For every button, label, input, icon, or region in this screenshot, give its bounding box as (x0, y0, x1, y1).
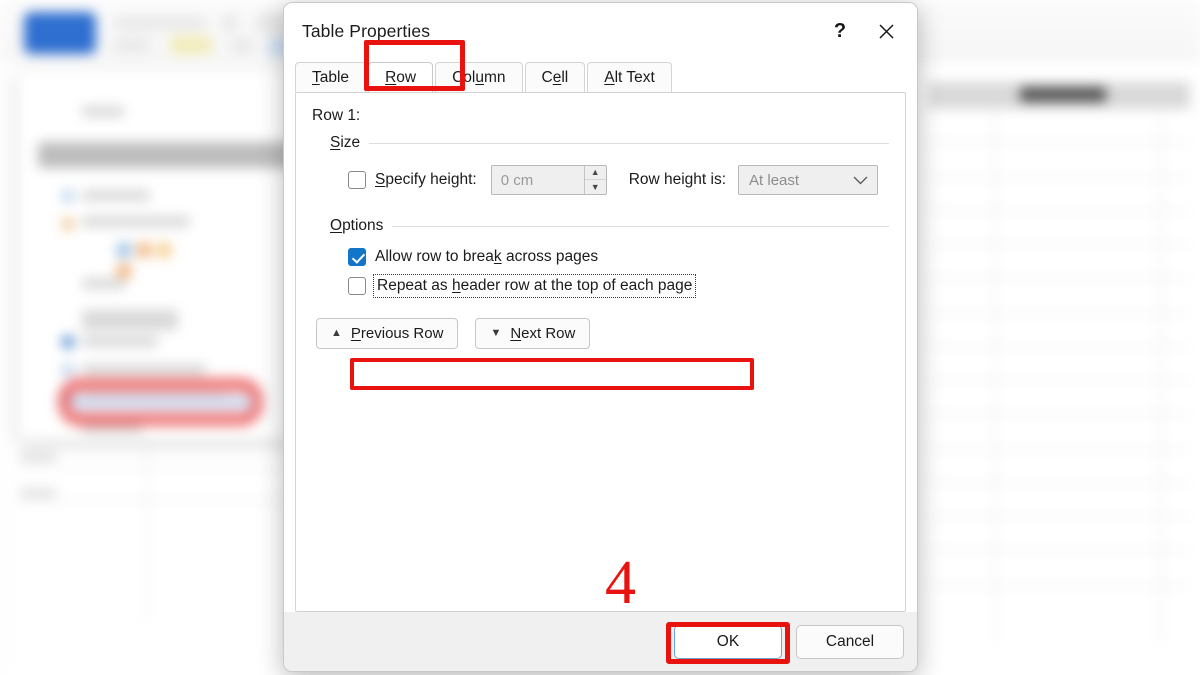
background-ribbon-primary-button (24, 12, 96, 54)
titlebar-buttons: ? (817, 3, 909, 60)
allow-row-break-label[interactable]: Allow row to break across pages (375, 248, 598, 266)
height-value[interactable]: 0 cm (492, 166, 584, 194)
tab-alt-text-label: lt Text (614, 68, 655, 86)
background-table-right (928, 82, 1190, 642)
row-height-is-label: Row height is: (628, 171, 727, 188)
specify-height-label[interactable]: Specify height: (375, 171, 477, 189)
allow-row-break-label-pre: Allow row to brea (375, 248, 494, 265)
tab-alt-text-mnemonic: A (604, 68, 615, 86)
screenshot-root: Table Properties ? Table Row Column Cell… (0, 0, 1200, 675)
allow-row-break-row: Allow row to break across pages (348, 248, 889, 266)
height-spinner[interactable]: 0 cm ▲ ▼ (490, 165, 607, 195)
dialog-footer: OK Cancel (284, 612, 917, 671)
allow-row-break-label-post: across pages (501, 248, 599, 265)
step-number-annotation: 4 (605, 549, 636, 617)
repeat-header-row-checkbox[interactable] (348, 277, 366, 295)
tab-column-mnemonic: u (475, 68, 484, 86)
next-row-label: ext Row (521, 325, 576, 342)
allow-row-break-mnemonic: k (493, 248, 502, 265)
repeat-header-row-mnemonic: h (451, 277, 461, 294)
row-height-is-value: At least (749, 171, 800, 189)
allow-row-break-checkbox[interactable] (348, 248, 366, 266)
chevron-down-icon (853, 173, 868, 188)
tab-column-label-post: mn (483, 68, 506, 86)
size-group-mnemonic: S (330, 134, 341, 151)
repeat-header-row-label-post: eader row at the top of each page (460, 277, 693, 294)
size-group: Size Specify height: 0 cm ▲ ▼ Row height… (330, 134, 889, 195)
height-spinner-buttons: ▲ ▼ (583, 166, 606, 194)
row-navigation-buttons: ▲ Previous Row ▼ Next Row (316, 318, 889, 349)
table-properties-dialog: Table Properties ? Table Row Column Cell… (283, 2, 918, 672)
next-row-mnemonic: N (510, 325, 522, 342)
dialog-titlebar: Table Properties ? (284, 3, 917, 60)
previous-row-label: revious Row (360, 325, 444, 342)
repeat-header-row-label[interactable]: Repeat as header row at the top of each … (372, 274, 697, 298)
size-group-body: Specify height: 0 cm ▲ ▼ Row height is: … (348, 152, 889, 195)
tab-alt-text[interactable]: Alt Text (587, 62, 672, 92)
repeat-header-row-row: Repeat as header row at the top of each … (348, 274, 889, 298)
size-group-header: Size (330, 134, 889, 152)
tab-table-mnemonic: T (312, 68, 320, 86)
previous-row-button[interactable]: ▲ Previous Row (316, 318, 459, 349)
ok-button[interactable]: OK (674, 624, 782, 659)
tab-cell-label-pre: C (541, 68, 553, 86)
close-icon[interactable] (863, 10, 909, 54)
size-group-rule (369, 142, 889, 144)
options-group-header: Options (330, 217, 889, 235)
repeat-header-row-highlight-annotation (350, 358, 754, 390)
repeat-header-row-label-pre: Repeat as (377, 277, 452, 294)
dialog-title: Table Properties (302, 21, 431, 41)
tab-column[interactable]: Column (435, 62, 523, 92)
row-height-is-dropdown[interactable]: At least (738, 165, 879, 195)
next-row-button[interactable]: ▼ Next Row (475, 318, 591, 349)
specify-height-row: Specify height: 0 cm ▲ ▼ Row height is: … (348, 165, 889, 195)
cancel-button[interactable]: Cancel (796, 624, 904, 659)
row-tab-panel: Row 1: Size Specify height: 0 cm ▲ ▼ Row… (295, 92, 906, 612)
tab-column-label-pre: Col (452, 68, 476, 86)
options-group: Options Allow row to break across pages … (330, 217, 889, 298)
specify-height-checkbox[interactable] (348, 171, 366, 189)
spinner-up-icon[interactable]: ▲ (584, 166, 606, 180)
tab-row-mnemonic: R (385, 68, 397, 86)
tab-cell-label-post: ll (561, 68, 569, 86)
size-group-legend: ize (340, 134, 361, 151)
tab-table-label: able (319, 68, 350, 86)
help-icon[interactable]: ? (817, 10, 863, 54)
previous-row-mnemonic: P (350, 325, 361, 342)
options-group-mnemonic: O (330, 217, 343, 234)
options-group-body: Allow row to break across pages Repeat a… (348, 235, 889, 298)
options-group-rule (392, 225, 889, 227)
tab-cell[interactable]: Cell (524, 62, 586, 92)
specify-height-label-text: pecify height: (385, 171, 477, 188)
triangle-down-icon: ▼ (490, 327, 502, 339)
triangle-up-icon: ▲ (331, 327, 342, 339)
tab-row[interactable]: Row (368, 62, 434, 92)
spinner-down-icon[interactable]: ▼ (585, 180, 606, 194)
row-number-label: Row 1: (312, 107, 361, 124)
background-highlight-item (72, 396, 252, 409)
options-group-legend: ptions (342, 217, 384, 234)
specify-height-mnemonic: S (375, 171, 386, 188)
tab-row-label: ow (396, 68, 417, 86)
dialog-tabstrip: Table Row Column Cell Alt Text (284, 40, 917, 92)
tab-table[interactable]: Table (295, 62, 367, 92)
